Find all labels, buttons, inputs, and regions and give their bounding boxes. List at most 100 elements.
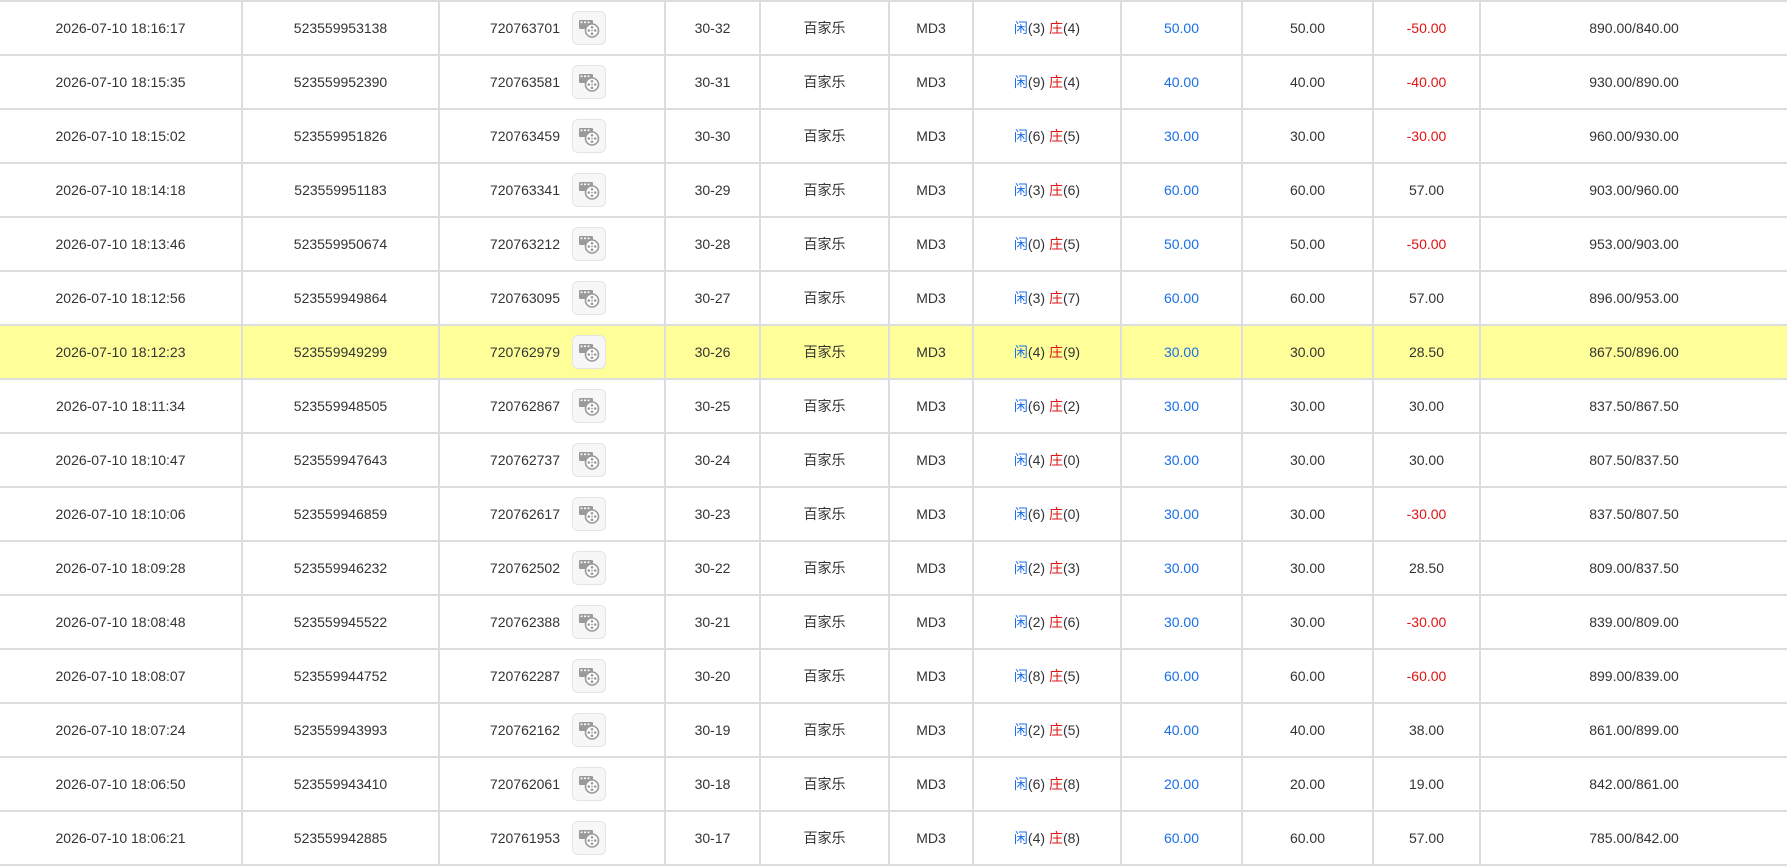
banker-points: (0) (1062, 506, 1081, 522)
order-id-cell: 523559951826 (242, 108, 440, 164)
game-type: 百家乐 (803, 506, 846, 522)
shoe-round-cell: 30-21 (665, 594, 761, 650)
order-id: 523559948505 (293, 398, 388, 414)
bet-amount: 30.00 (1163, 452, 1200, 468)
player-label: 闲 (1013, 290, 1028, 306)
table-row[interactable]: 2026-07-10 18:10:06 523559946859 7207626… (0, 486, 1787, 542)
round-id-cell: 720763341 (439, 162, 666, 218)
bet-amount-cell: 60.00 (1121, 810, 1243, 866)
round-id: 720763212 (489, 236, 560, 252)
table-row[interactable]: 2026-07-10 18:08:07 523559944752 7207622… (0, 648, 1787, 704)
shoe-round: 30-21 (694, 614, 731, 630)
video-replay-icon[interactable] (572, 119, 606, 153)
banker-points: (5) (1062, 236, 1081, 252)
result-cell: 闲(6) 庄(0) (973, 486, 1122, 542)
video-replay-icon[interactable] (572, 227, 606, 261)
film-reel-icon (579, 182, 600, 200)
table-row[interactable]: 2026-07-10 18:08:48 523559945522 7207623… (0, 594, 1787, 650)
video-replay-icon[interactable] (572, 659, 606, 693)
table-row[interactable]: 2026-07-10 18:15:02 523559951826 7207634… (0, 108, 1787, 164)
round-id-cell: 720762388 (439, 594, 666, 650)
bet-time-cell: 2026-07-10 18:06:21 (0, 810, 243, 866)
shoe-round-cell: 30-18 (665, 756, 761, 812)
order-id: 523559949299 (293, 344, 388, 360)
game-type-cell: 百家乐 (760, 216, 890, 272)
table-row[interactable]: 2026-07-10 18:07:24 523559943993 7207621… (0, 702, 1787, 758)
bet-time: 2026-07-10 18:14:18 (55, 182, 186, 198)
video-replay-icon[interactable] (572, 821, 606, 855)
video-replay-icon[interactable] (572, 551, 606, 585)
valid-bet-cell: 30.00 (1242, 108, 1374, 164)
bet-amount-cell: 60.00 (1121, 162, 1243, 218)
win-loss-cell: 57.00 (1373, 162, 1481, 218)
shoe-round: 30-17 (694, 830, 731, 846)
order-id-cell: 523559949864 (242, 270, 440, 326)
table-row[interactable]: 2026-07-10 18:06:50 523559943410 7207620… (0, 756, 1787, 812)
film-reel-icon (579, 344, 600, 362)
bet-amount-cell: 30.00 (1121, 108, 1243, 164)
bet-time-cell: 2026-07-10 18:10:06 (0, 486, 243, 542)
bet-time: 2026-07-10 18:09:28 (55, 560, 186, 576)
result-cell: 闲(4) 庄(0) (973, 432, 1122, 488)
bet-amount: 30.00 (1163, 344, 1200, 360)
video-replay-icon[interactable] (572, 767, 606, 801)
video-replay-icon[interactable] (572, 173, 606, 207)
table-code-cell: MD3 (889, 108, 974, 164)
video-replay-icon[interactable] (572, 605, 606, 639)
valid-bet-cell: 40.00 (1242, 702, 1374, 758)
video-replay-icon[interactable] (572, 389, 606, 423)
game-type: 百家乐 (803, 182, 846, 198)
table-code-cell: MD3 (889, 270, 974, 326)
win-loss: 57.00 (1408, 182, 1445, 198)
player-points: (6) (1027, 776, 1046, 792)
table-row[interactable]: 2026-07-10 18:06:21 523559942885 7207619… (0, 810, 1787, 866)
table-code: MD3 (916, 614, 946, 630)
win-loss-cell: 28.50 (1373, 324, 1481, 380)
table-row[interactable]: 2026-07-10 18:12:56 523559949864 7207630… (0, 270, 1787, 326)
table-code-cell: MD3 (889, 324, 974, 380)
shoe-round-cell: 30-20 (665, 648, 761, 704)
win-loss-cell: -60.00 (1373, 648, 1481, 704)
player-label: 闲 (1013, 74, 1028, 90)
table-row[interactable]: 2026-07-10 18:09:28 523559946232 7207625… (0, 540, 1787, 596)
video-replay-icon[interactable] (572, 335, 606, 369)
video-replay-icon[interactable] (572, 65, 606, 99)
table-row[interactable]: 2026-07-10 18:10:47 523559947643 7207627… (0, 432, 1787, 488)
table-row[interactable]: 2026-07-10 18:12:23 523559949299 7207629… (0, 324, 1787, 380)
win-loss-cell: 28.50 (1373, 540, 1481, 596)
shoe-round: 30-32 (694, 20, 731, 36)
shoe-round-cell: 30-23 (665, 486, 761, 542)
bet-time: 2026-07-10 18:15:35 (55, 74, 186, 90)
round-id: 720761953 (489, 830, 560, 846)
video-replay-icon[interactable] (572, 11, 606, 45)
table-row[interactable]: 2026-07-10 18:16:17 523559953138 7207637… (0, 0, 1787, 56)
balance-before-after: 785.00/842.00 (1589, 830, 1679, 846)
video-replay-icon[interactable] (572, 443, 606, 477)
valid-bet: 30.00 (1289, 614, 1326, 630)
bet-amount: 60.00 (1163, 290, 1200, 306)
banker-label: 庄 (1048, 614, 1063, 630)
bet-time-cell: 2026-07-10 18:15:02 (0, 108, 243, 164)
valid-bet: 30.00 (1289, 452, 1326, 468)
video-replay-icon[interactable] (572, 281, 606, 315)
video-replay-icon[interactable] (572, 713, 606, 747)
table-row[interactable]: 2026-07-10 18:13:46 523559950674 7207632… (0, 216, 1787, 272)
table-code: MD3 (916, 830, 946, 846)
table-code-cell: MD3 (889, 432, 974, 488)
table-row[interactable]: 2026-07-10 18:11:34 523559948505 7207628… (0, 378, 1787, 434)
shoe-round-cell: 30-19 (665, 702, 761, 758)
balance-cell: 837.50/807.50 (1480, 486, 1787, 542)
win-loss-cell: -50.00 (1373, 216, 1481, 272)
result-cell: 闲(3) 庄(4) (973, 0, 1122, 56)
table-row[interactable]: 2026-07-10 18:15:35 523559952390 7207635… (0, 54, 1787, 110)
game-type-cell: 百家乐 (760, 378, 890, 434)
bet-time: 2026-07-10 18:13:46 (55, 236, 186, 252)
table-code: MD3 (916, 560, 946, 576)
video-replay-icon[interactable] (572, 497, 606, 531)
bet-amount-cell: 60.00 (1121, 648, 1243, 704)
table-row[interactable]: 2026-07-10 18:14:18 523559951183 7207633… (0, 162, 1787, 218)
bet-time-cell: 2026-07-10 18:16:17 (0, 0, 243, 56)
table-code: MD3 (916, 182, 946, 198)
win-loss-cell: 38.00 (1373, 702, 1481, 758)
valid-bet: 60.00 (1289, 290, 1326, 306)
